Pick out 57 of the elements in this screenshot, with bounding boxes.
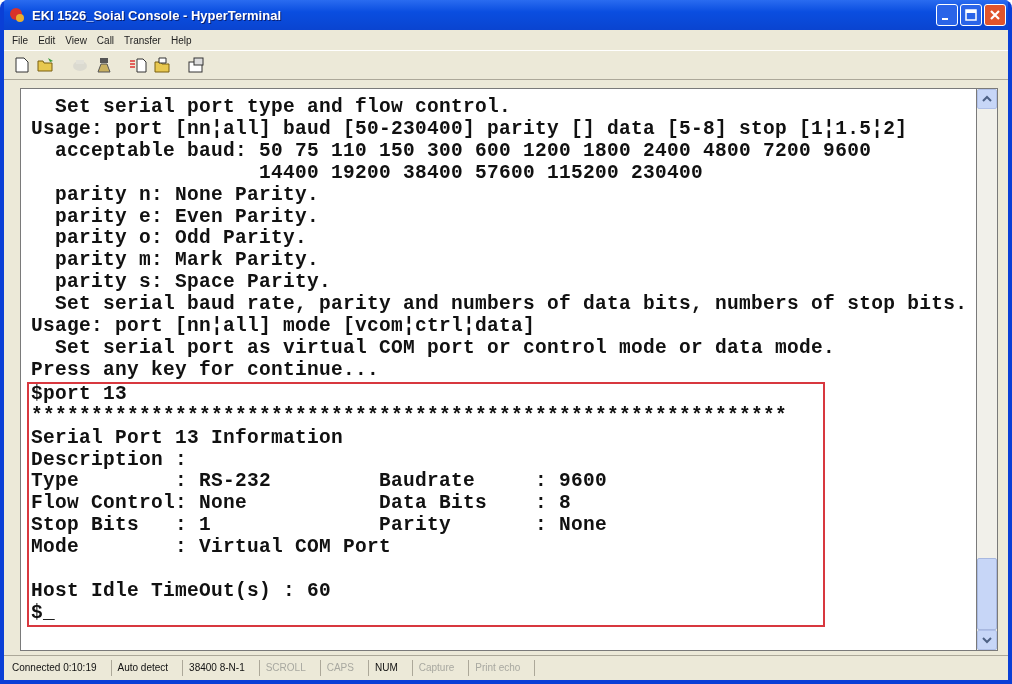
maximize-icon [965, 9, 977, 21]
terminal-line: $_ [31, 602, 56, 625]
terminal-line: Description : [31, 449, 189, 472]
document-icon [129, 57, 147, 73]
terminal-line: parity n: None Parity. [54, 184, 321, 207]
terminal-line: Host Idle TimeOut(s) : 60 [31, 580, 333, 603]
terminal-line: *************************************************************** [31, 405, 789, 428]
status-cell: Auto detect [111, 660, 184, 676]
scrollbar-thumb[interactable] [977, 558, 997, 630]
terminal-line: parity m: Mark Parity. [54, 250, 321, 272]
window-title: EKI 1526_Soial Console - HyperTerminal [32, 7, 282, 23]
terminal-line: Press any key for continue... [31, 359, 381, 382]
terminal-line: Set serial port type and flow control. [54, 97, 513, 119]
terminal-line: Usage: port [nn¦all] mode [vcom¦ctrl¦data] [31, 316, 537, 338]
status-cell: NUM [368, 660, 413, 676]
menu-item[interactable]: View [61, 34, 91, 46]
status-cell: Print echo [469, 660, 536, 676]
terminal-screen[interactable] [20, 88, 976, 651]
terminal-line: Usage: port [nn¦all] baud [50-230400] parity [] data [5-8] stop [1¦1.5¦2] [31, 118, 909, 141]
terminal-line: Stop Bits : 1 Parity : None [31, 515, 609, 537]
terminal-line: $port 13 [31, 383, 128, 406]
properties-icon [187, 57, 205, 73]
scroll-up-button[interactable] [977, 89, 997, 109]
terminal-line: Flow Control: None Data Bits : 8 [31, 493, 573, 515]
terminal-line: Set serial baud rate, parity and numbers of data bits, numbers of stop bits. [54, 294, 969, 316]
status-cell: Capture [412, 660, 470, 676]
terminal-line: parity s: Space Parity. [54, 272, 333, 294]
terminal-line: parity e: Even Parity. [54, 206, 321, 228]
folder-icon [37, 57, 55, 73]
minimize-icon [942, 18, 948, 20]
status-cell: 38400 8-N-1 [183, 660, 260, 676]
app-icon [8, 6, 26, 24]
folder-icon [153, 57, 171, 73]
terminal-line: Type : RS-232 Baudrate : 9600 [31, 471, 609, 493]
terminal-line: Set serial port as virtual COM port or control mode or data mode. [54, 337, 837, 360]
terminal-line: parity o: Odd Parity. [54, 228, 309, 250]
menu-item[interactable]: Call [92, 34, 119, 46]
terminal-line: 14400 19200 38400 57600 115200 230400 [258, 162, 705, 185]
maximize-button[interactable] [960, 4, 982, 26]
minimize-button[interactable] [936, 4, 958, 26]
menu-item[interactable]: Help [166, 34, 196, 46]
terminal-line: Serial Port 13 Information [31, 427, 345, 450]
terminal-line: Mode : Virtual COM Port [31, 537, 393, 560]
chevron-up-icon [982, 95, 992, 103]
menu-item[interactable]: Transfer [120, 34, 165, 46]
status-cell: CAPS [320, 660, 369, 676]
status-cell: SCROLL [259, 660, 321, 676]
menu-item[interactable]: File [8, 34, 33, 46]
status-cell: Connected 0:10:19 [6, 660, 112, 676]
scroll-down-button[interactable] [977, 630, 997, 650]
terminal-line: acceptable baud: 50 75 110 150 300 600 1200 1800 2400 4800 7200 9600 [54, 140, 873, 163]
menu-item[interactable]: Edit [34, 34, 60, 46]
close-icon [989, 9, 1001, 21]
scrollbar[interactable] [976, 88, 998, 651]
chevron-down-icon [982, 636, 992, 644]
close-button[interactable] [984, 4, 1006, 26]
new-file-icon [13, 57, 31, 73]
